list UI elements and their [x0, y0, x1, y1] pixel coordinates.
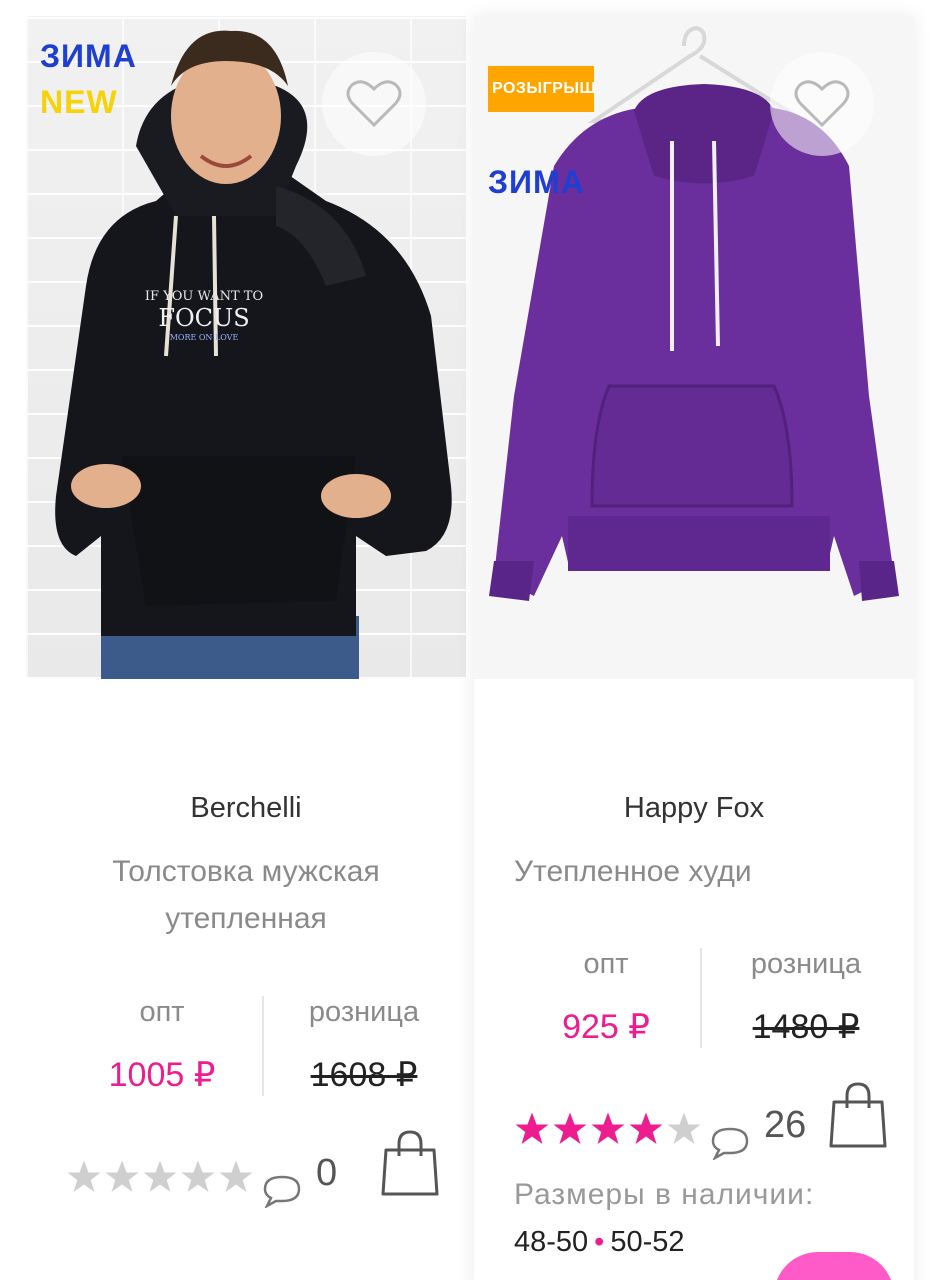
- product-card-berchelli[interactable]: IF YOU WANT TO FOCUS MORE ON LOVE ЗИМА N…: [26, 16, 466, 1280]
- product-title[interactable]: Толстовка мужская утепленная: [26, 848, 466, 942]
- raffle-badge: РОЗЫГРЫШ: [488, 66, 596, 112]
- size-separator: •: [594, 1226, 605, 1258]
- price-block: опт 925 ₽ розница 1480 ₽: [474, 948, 914, 1058]
- retail-value: 1608 ₽: [310, 1056, 418, 1094]
- product-brand[interactable]: Berchelli: [26, 792, 466, 825]
- season-badge: ЗИМА: [488, 164, 585, 200]
- star-icon: [553, 1112, 587, 1144]
- rating-row: 26: [474, 1082, 914, 1166]
- season-badge: ЗИМА: [40, 38, 137, 74]
- review-count[interactable]: 26: [764, 1104, 806, 1147]
- product-photo[interactable]: IF YOU WANT TO FOCUS MORE ON LOVE ЗИМА N…: [26, 16, 466, 679]
- product-title-line: утепленная: [165, 902, 327, 935]
- retail-value: 1480 ₽: [752, 1008, 860, 1046]
- svg-text:FOCUS: FOCUS: [158, 304, 249, 332]
- wholesale-price: опт 925 ₽: [496, 948, 716, 1047]
- sizes-list: 48-50 • 50-52: [514, 1226, 685, 1259]
- wholesale-value: 1005 ₽: [108, 1056, 216, 1094]
- svg-text:MORE ON LOVE: MORE ON LOVE: [170, 333, 239, 342]
- wholesale-label: опт: [583, 948, 629, 980]
- shopping-bag-icon[interactable]: [828, 1080, 888, 1150]
- star-icon: [515, 1112, 549, 1144]
- star-icon: [219, 1160, 253, 1192]
- product-title-line: Толстовка мужская: [112, 855, 380, 888]
- star-icon: [143, 1160, 177, 1192]
- retail-label: розница: [750, 948, 862, 980]
- size-option[interactable]: 48-50: [514, 1226, 588, 1258]
- heart-icon: [346, 80, 402, 128]
- new-badge: NEW: [40, 84, 118, 120]
- heart-icon: [794, 80, 850, 128]
- wholesale-label: опт: [139, 996, 185, 1028]
- sizes-label: Размеры в наличии:: [514, 1178, 815, 1211]
- rating-stars[interactable]: [66, 1159, 254, 1195]
- product-title-line: Утепленное худи: [514, 855, 752, 888]
- rating-row: 0: [26, 1130, 466, 1214]
- favorite-button[interactable]: [322, 52, 426, 156]
- review-count[interactable]: 0: [316, 1152, 337, 1195]
- wholesale-price: опт 1005 ₽: [52, 996, 272, 1095]
- star-icon: [67, 1160, 101, 1192]
- price-block: опт 1005 ₽ розница 1608 ₽: [26, 996, 466, 1106]
- shopping-bag-icon[interactable]: [380, 1128, 440, 1198]
- product-brand[interactable]: Happy Fox: [474, 792, 914, 825]
- favorite-button[interactable]: [770, 52, 874, 156]
- star-icon: [629, 1112, 663, 1144]
- wholesale-value: 925 ₽: [562, 1008, 650, 1046]
- svg-text:IF YOU WANT TO: IF YOU WANT TO: [145, 289, 263, 304]
- product-card-happy-fox[interactable]: РОЗЫГРЫШ ЗИМА Happy Fox Утепленное худи …: [474, 16, 914, 1280]
- rating-stars[interactable]: [514, 1111, 702, 1147]
- star-icon: [667, 1112, 701, 1144]
- floating-action-button[interactable]: [774, 1252, 894, 1280]
- retail-price: розница 1608 ₽: [254, 996, 474, 1095]
- star-icon: [105, 1160, 139, 1192]
- product-photo[interactable]: РОЗЫГРЫШ ЗИМА: [474, 16, 914, 679]
- size-option[interactable]: 50-52: [610, 1226, 684, 1258]
- retail-label: розница: [308, 996, 420, 1028]
- comment-icon[interactable]: [262, 1174, 302, 1208]
- star-icon: [181, 1160, 215, 1192]
- star-icon: [591, 1112, 625, 1144]
- product-title[interactable]: Утепленное худи: [474, 848, 914, 895]
- comment-icon[interactable]: [710, 1126, 750, 1160]
- retail-price: розница 1480 ₽: [696, 948, 916, 1047]
